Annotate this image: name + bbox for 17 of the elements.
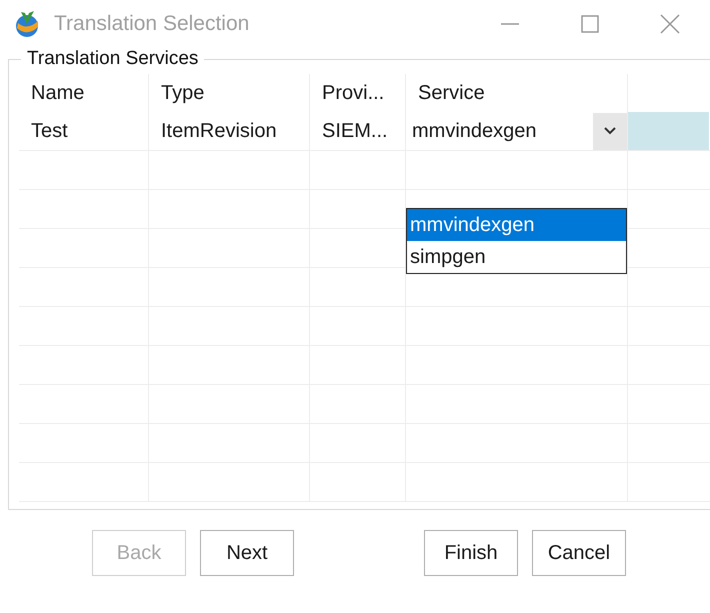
- close-icon[interactable]: [658, 12, 682, 36]
- dropdown-option[interactable]: mmvindexgen: [407, 209, 626, 241]
- table-cell: ItemRevision: [149, 112, 310, 150]
- column-header[interactable]: Provi...: [310, 74, 406, 112]
- service-combo[interactable]: mmvindexgen: [406, 112, 628, 150]
- dialog-button[interactable]: Cancel: [532, 530, 626, 576]
- window-title: Translation Selection: [54, 12, 250, 36]
- dialog-button[interactable]: Next: [200, 530, 294, 576]
- group-title: Translation Services: [26, 48, 200, 70]
- column-header[interactable]: Type: [149, 74, 310, 112]
- table-cell: Test: [19, 112, 149, 150]
- chevron-down-icon[interactable]: [603, 126, 617, 136]
- dropdown-option[interactable]: simpgen: [407, 241, 626, 273]
- column-header[interactable]: Name: [19, 74, 149, 112]
- column-header[interactable]: Service: [406, 74, 628, 112]
- table-cell: SIEM...: [310, 112, 406, 150]
- dialog-button[interactable]: Finish: [424, 530, 518, 576]
